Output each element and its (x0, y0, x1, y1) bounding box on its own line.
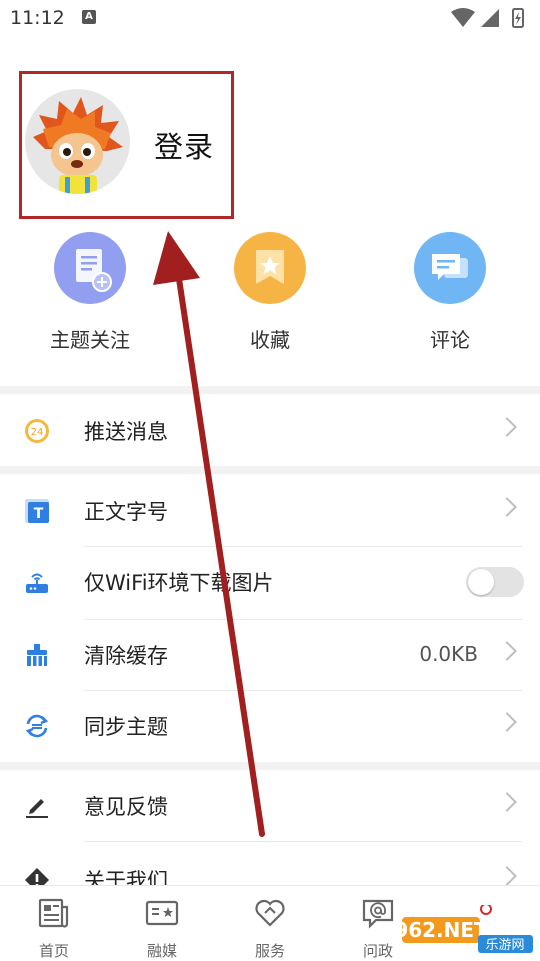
sync-icon (25, 714, 49, 738)
chevron-right-icon (497, 866, 517, 886)
lion-mascot-icon (33, 97, 123, 194)
menu-push-messages[interactable]: 24 推送消息 (0, 396, 540, 466)
quick-action-label: 收藏 (250, 328, 290, 352)
menu-label: 清除缓存 (84, 644, 168, 668)
row-separator (84, 841, 522, 842)
document-add-icon (54, 232, 126, 304)
router-icon (26, 573, 48, 593)
quick-action-label: 主题关注 (50, 328, 130, 352)
nav-services[interactable]: 服务 (230, 896, 310, 961)
menu-wifi-only-images[interactable]: 仅WiFi环境下载图片 (0, 547, 540, 617)
heart-icon (255, 899, 285, 927)
chevron-right-icon (497, 497, 517, 517)
chevron-right-icon (497, 417, 517, 437)
nav-media[interactable]: 融媒 (122, 896, 202, 961)
section-divider (0, 466, 540, 474)
toggle-knob (468, 569, 494, 595)
menu-label: 仅WiFi环境下载图片 (84, 571, 274, 595)
nav-label: 融媒 (146, 942, 177, 960)
svg-text:24: 24 (31, 427, 44, 438)
menu-feedback[interactable]: 意见反馈 (0, 771, 540, 841)
pencil-icon (26, 799, 48, 818)
status-time: 11:12 (10, 7, 65, 29)
signal-icon (481, 9, 499, 27)
bookmark-star-icon (234, 232, 306, 304)
status-bar: 11:12 A (0, 0, 540, 36)
chat-at-icon (362, 899, 394, 929)
section-divider (0, 386, 540, 394)
chevron-right-icon (497, 712, 517, 732)
wifi-icon (451, 8, 475, 27)
menu-label: 意见反馈 (84, 795, 168, 819)
quick-action-label: 评论 (430, 328, 470, 352)
quick-action-comments[interactable]: 评论 (390, 232, 510, 353)
menu-label: 正文字号 (84, 500, 168, 524)
media-card-icon (145, 900, 179, 926)
login-label[interactable]: 登录 (154, 124, 214, 166)
badge-24-icon: 24 (25, 419, 49, 443)
wifi-only-toggle[interactable] (466, 567, 524, 597)
svg-text:乐游网: 乐游网 (485, 938, 524, 953)
quick-action-topic-follow[interactable]: 主题关注 (30, 232, 150, 353)
cache-size-value: 0.0KB (419, 642, 478, 666)
notification-icon: A (82, 10, 96, 24)
comment-icon (414, 232, 486, 304)
nav-label: 服务 (254, 942, 285, 960)
newspaper-icon (38, 898, 69, 928)
avatar[interactable] (25, 89, 130, 194)
menu-label: 推送消息 (84, 420, 168, 444)
chevron-right-icon (497, 792, 517, 812)
menu-font-size[interactable]: T 正文字号 (0, 476, 540, 546)
quick-action-favorites[interactable]: 收藏 (210, 232, 330, 353)
nav-home[interactable]: 首页 (14, 896, 94, 961)
svg-text:T: T (34, 506, 44, 522)
text-size-icon: T (25, 499, 49, 523)
chevron-right-icon (497, 641, 517, 661)
menu-label: 同步主题 (84, 715, 168, 739)
status-icons (451, 8, 524, 28)
svg-text:962.NET: 962.NET (400, 918, 488, 942)
menu-clear-cache[interactable]: 清除缓存 0.0KB (0, 620, 540, 690)
menu-sync-theme[interactable]: 同步主题 (0, 691, 540, 761)
section-divider (0, 762, 540, 770)
broom-icon (27, 644, 47, 666)
watermark-logo: 962.NET 乐游网 (400, 905, 533, 953)
nav-label: 首页 (38, 942, 69, 960)
